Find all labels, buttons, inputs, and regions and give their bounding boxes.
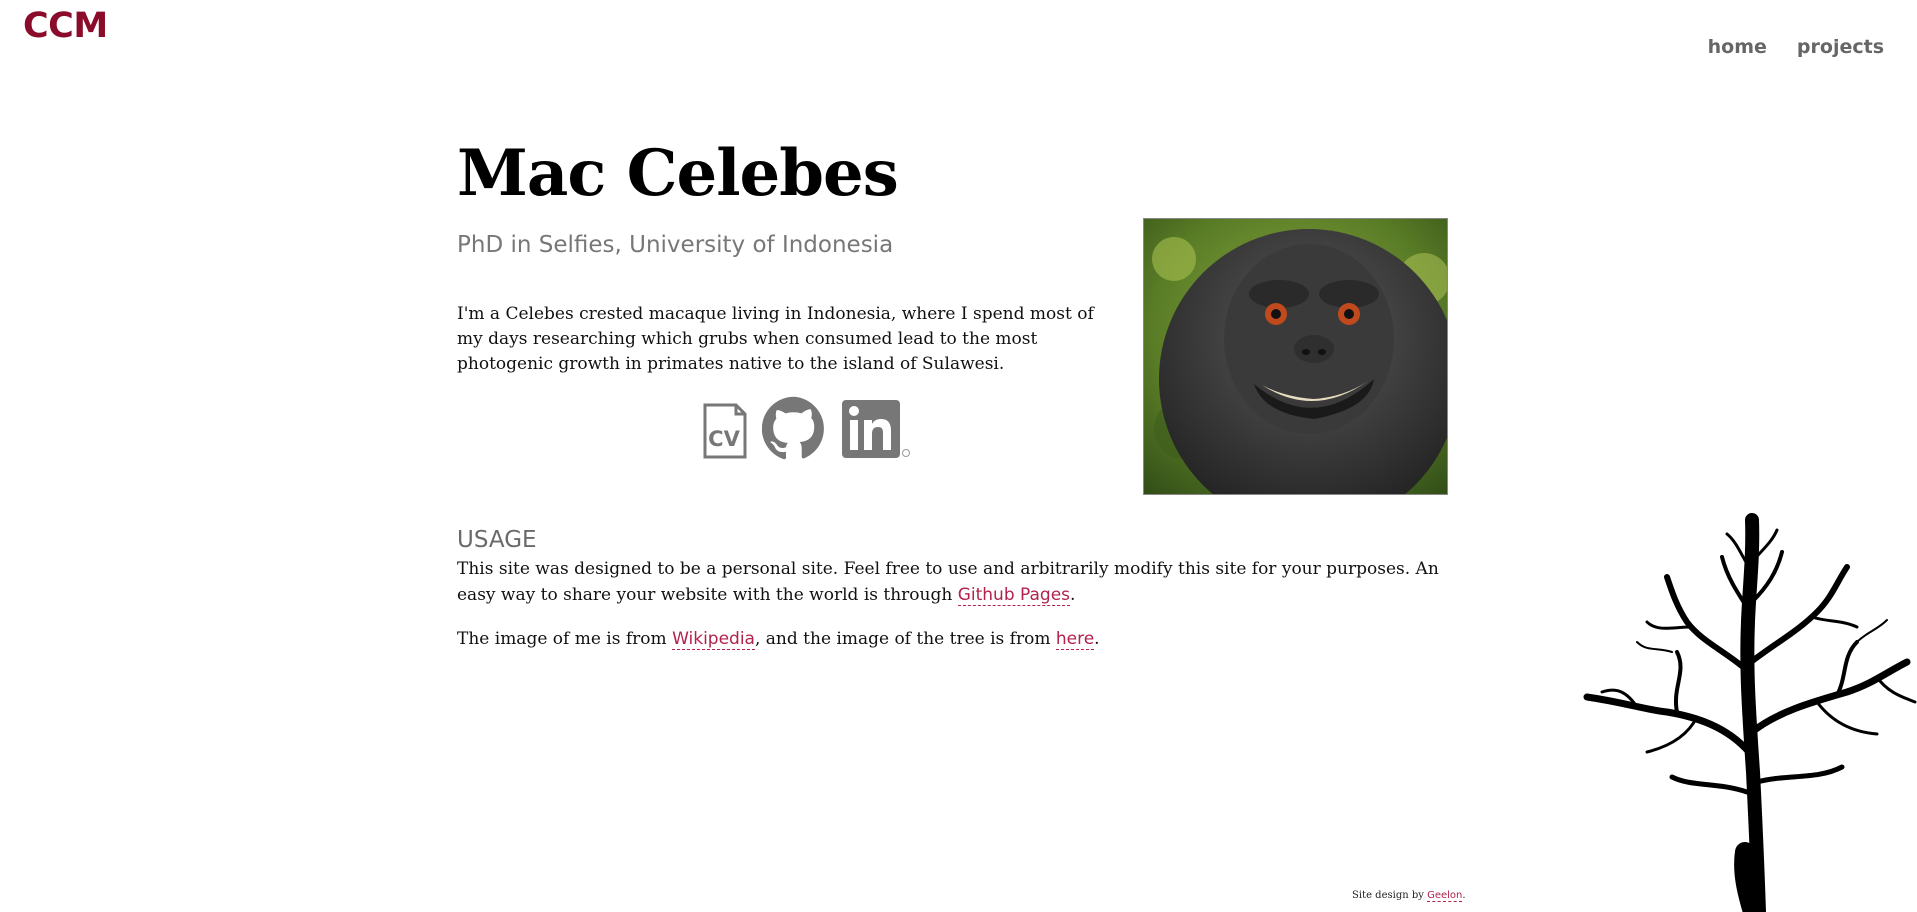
nav-projects-link[interactable]: projects: [1797, 36, 1884, 58]
linkedin-icon: [842, 400, 910, 458]
site-footer: Site design by Geelon.: [1352, 890, 1466, 902]
github-pages-link[interactable]: Github Pages: [957, 585, 1071, 606]
credits-text-start: The image of me is from: [457, 629, 673, 649]
profile-photo: [1143, 218, 1448, 495]
linkedin-link[interactable]: [840, 398, 912, 464]
profile-subtitle: PhD in Selfies, University of Indonesia: [457, 232, 894, 258]
footer-prefix: Site design by: [1352, 890, 1428, 901]
github-link[interactable]: [761, 396, 826, 464]
credits-text-mid: , and the image of the tree is from: [754, 629, 1056, 649]
wikipedia-link[interactable]: Wikipedia: [672, 629, 755, 650]
github-icon: [761, 396, 824, 460]
tree-source-link[interactable]: here: [1055, 629, 1095, 650]
nav-home-link[interactable]: home: [1708, 36, 1767, 58]
usage-paragraph: This site was designed to be a personal …: [457, 556, 1452, 608]
credits-paragraph: The image of me is from Wikipedia, and t…: [457, 626, 1452, 652]
footer-designer-link[interactable]: Geelon: [1427, 890, 1463, 902]
usage-text: This site was designed to be a personal …: [457, 559, 1439, 605]
macaque-photo-illustration: [1144, 219, 1447, 494]
page-title: Mac Celebes: [457, 136, 899, 211]
credits-text-end: .: [1094, 629, 1100, 649]
cv-icon: CV: [703, 403, 747, 459]
profile-bio: I'm a Celebes crested macaque living in …: [457, 304, 1094, 374]
usage-text-end: .: [1070, 585, 1076, 605]
top-nav: home projects: [1708, 36, 1884, 58]
footer-suffix: .: [1462, 890, 1466, 901]
social-links: CV: [702, 396, 912, 464]
cv-link[interactable]: CV: [702, 402, 748, 464]
usage-heading: USAGE: [457, 527, 537, 553]
cv-icon-label: CV: [708, 427, 740, 451]
site-brand-link[interactable]: CCM: [23, 6, 108, 46]
tree-silhouette: [1583, 513, 1917, 912]
